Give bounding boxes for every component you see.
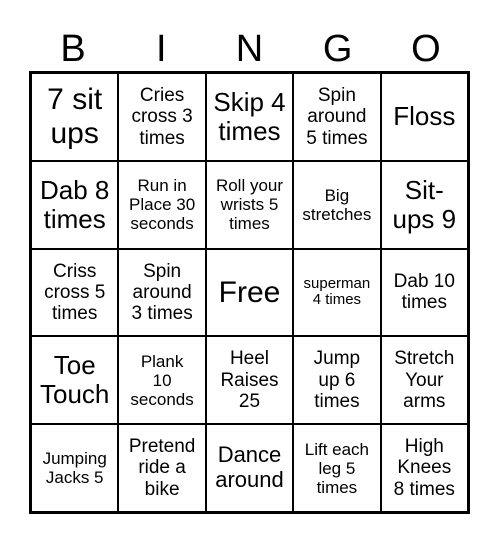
bingo-cell[interactable]: Floss — [380, 73, 468, 161]
bingo-cell[interactable]: Dance around — [205, 424, 294, 512]
bingo-cell[interactable]: Heel Raises 25 — [205, 336, 294, 425]
bingo-cell[interactable]: Run in Place 30 seconds — [118, 160, 206, 249]
bingo-cell[interactable]: Stretch Your arms — [380, 336, 468, 425]
bingo-header: B I N G O — [29, 28, 470, 70]
bingo-cell[interactable]: Cries cross 3 times — [118, 73, 206, 161]
header-letter-o: O — [411, 28, 441, 70]
bingo-cell[interactable]: Jump up 6 times — [293, 336, 381, 425]
bingo-cell-free[interactable]: Free — [205, 248, 294, 337]
bingo-cell[interactable]: Spin around 5 times — [293, 73, 381, 161]
header-letter-i: I — [156, 28, 167, 70]
header-letter-n: N — [235, 28, 264, 70]
bingo-cell[interactable]: Big stretches — [293, 160, 381, 249]
bingo-cell[interactable]: Dab 8 times — [31, 160, 119, 249]
bingo-cell[interactable]: Plank 10 seconds — [118, 336, 206, 425]
bingo-cell[interactable]: Criss cross 5 times — [31, 248, 119, 337]
bingo-board: 7 sit ups Cries cross 3 times Skip 4 tim… — [29, 71, 470, 514]
bingo-cell[interactable]: Dab 10 times — [380, 248, 468, 337]
bingo-cell[interactable]: Toe Touch — [31, 336, 119, 425]
bingo-cell[interactable]: Jumping Jacks 5 — [31, 424, 119, 512]
bingo-cell[interactable]: High Knees 8 times — [380, 424, 468, 512]
bingo-cell[interactable]: Roll your wrists 5 times — [205, 160, 294, 249]
bingo-cell[interactable]: Lift each leg 5 times — [293, 424, 381, 512]
header-letter-b: B — [60, 28, 86, 70]
bingo-cell[interactable]: Sit- ups 9 — [380, 160, 468, 249]
bingo-cell[interactable]: Pretend ride a bike — [118, 424, 206, 512]
header-letter-g: G — [322, 28, 353, 70]
bingo-cell[interactable]: 7 sit ups — [31, 73, 119, 161]
bingo-cell[interactable]: Spin around 3 times — [118, 248, 206, 337]
bingo-cell[interactable]: superman 4 times — [293, 248, 381, 337]
bingo-cell[interactable]: Skip 4 times — [205, 73, 294, 161]
